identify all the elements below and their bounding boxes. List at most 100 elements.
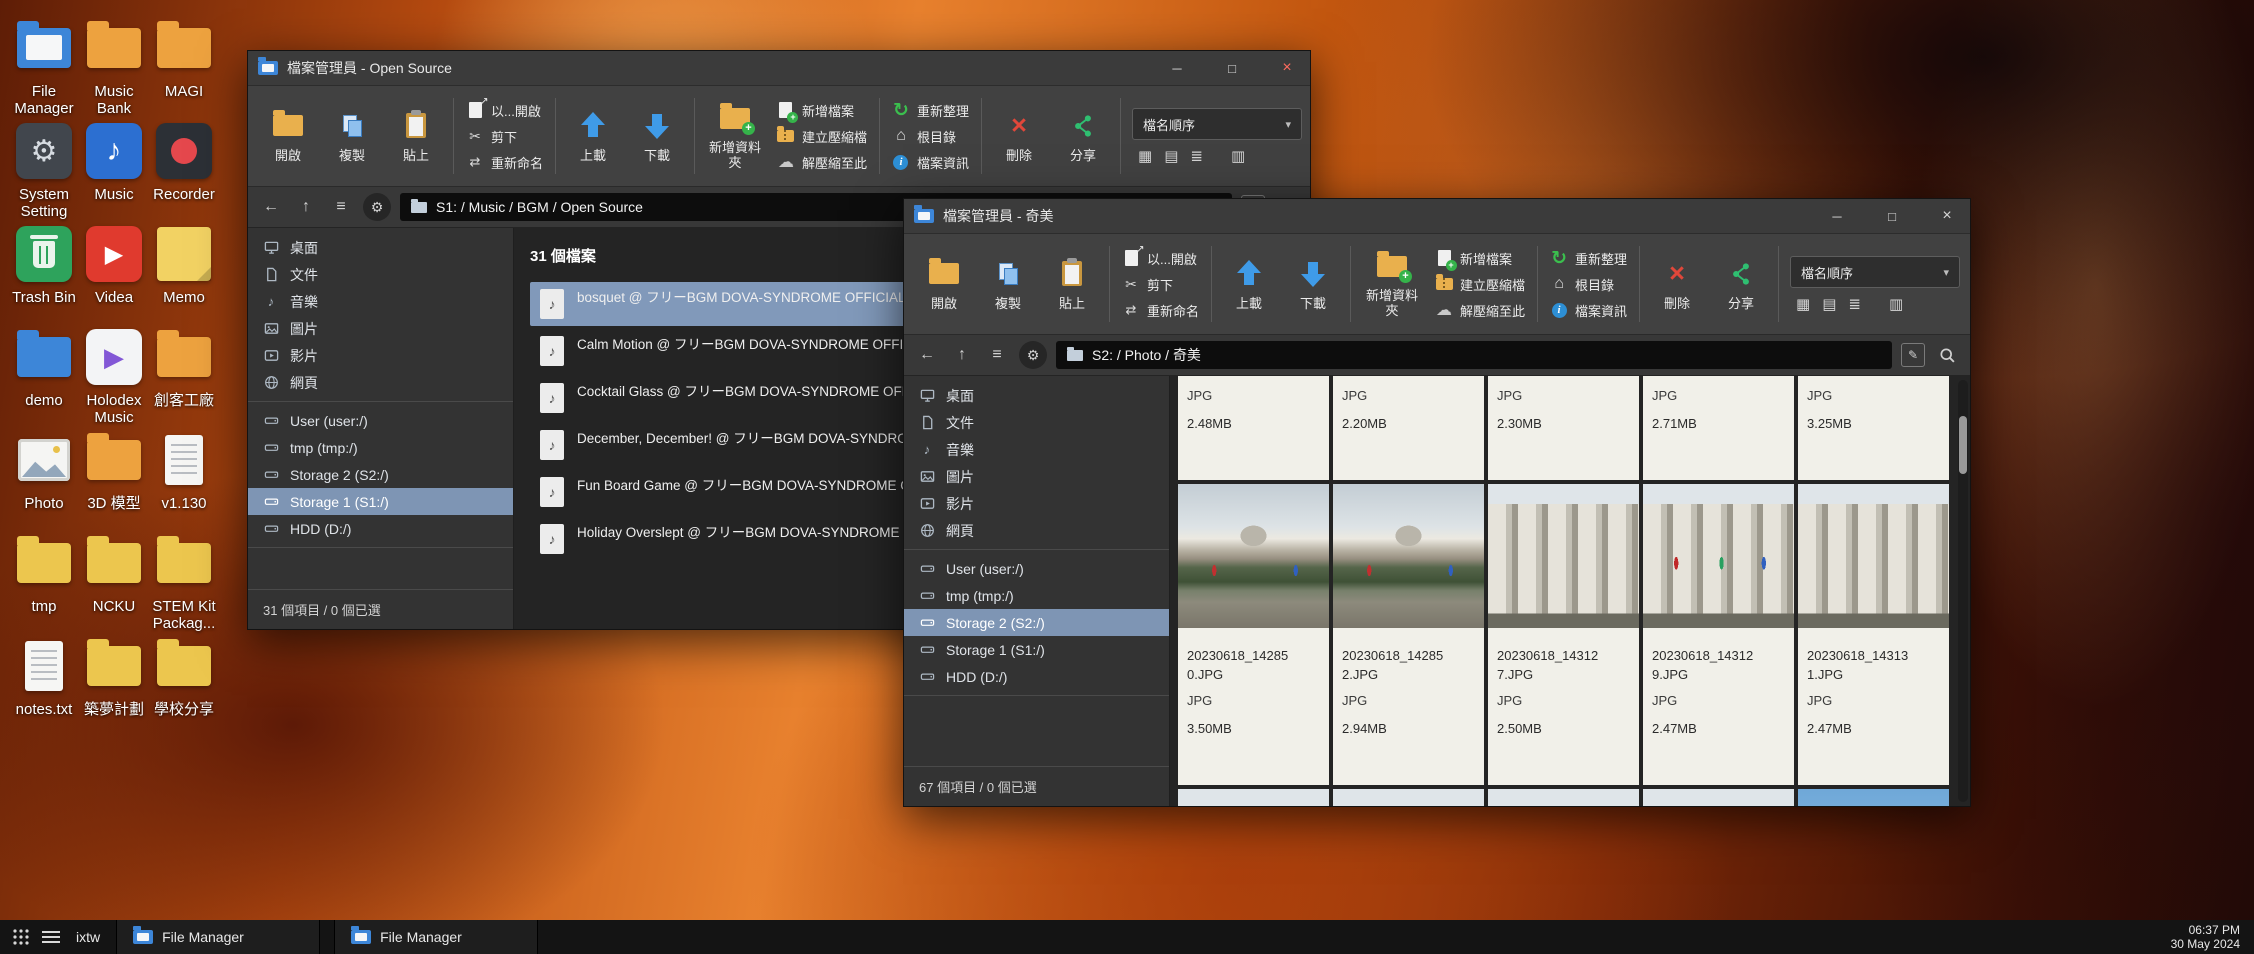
file-card[interactable]: 20230618_142852.JPG JPG 2.94MB [1333,484,1484,785]
sidebar-drive-user[interactable]: User (user:/) [248,407,513,434]
rename-button[interactable]: ⇄重新命名 [1117,300,1204,321]
view-detail-button[interactable]: ▥ [1889,297,1903,312]
create-archive-button[interactable]: 建立壓縮檔 [1430,274,1530,295]
cut-button[interactable]: ✂剪下 [461,126,548,147]
open-button[interactable]: 開啟 [912,258,976,311]
desktop-icon-3d-models[interactable]: 3D 模型 [76,428,152,512]
refresh-button[interactable]: ↻重新整理 [1545,248,1632,269]
file-card[interactable]: …JPG JPG 2.20MB [1333,376,1484,480]
desktop-icon-photo[interactable]: Photo [6,428,82,512]
sort-dropdown[interactable]: 檔名順序 ▾ [1132,108,1302,140]
maximize-button[interactable]: □ [1869,199,1915,233]
taskbar-task-file-manager[interactable]: File Manager [334,920,538,954]
share-button[interactable]: 分享 [1051,110,1115,163]
file-card[interactable]: …JPG JPG 2.71MB [1643,376,1794,480]
up-button[interactable]: ↑ [293,194,319,220]
desktop-icon-tmp[interactable]: tmp [6,531,82,615]
root-button[interactable]: ⌂根目錄 [1545,274,1632,295]
maximize-button[interactable]: □ [1209,51,1255,85]
extract-here-button[interactable]: ☁解壓縮至此 [1430,300,1530,321]
copy-button[interactable]: 複製 [320,110,384,163]
sidebar-item-web[interactable]: 網頁 [904,517,1169,544]
file-card[interactable]: …JPG JPG 2.30MB [1488,376,1639,480]
file-card[interactable]: 20230618_143127.JPG JPG 2.50MB [1488,484,1639,785]
view-grid-button[interactable]: ▦ [1796,297,1810,312]
desktop-icon-dream-project[interactable]: 築夢計劃 [76,634,152,718]
open-button[interactable]: 開啟 [256,110,320,163]
cut-button[interactable]: ✂剪下 [1117,274,1204,295]
close-button[interactable]: × [1264,51,1310,85]
view-grid-button[interactable]: ▦ [1138,149,1152,164]
view-detail-button[interactable]: ▥ [1231,149,1245,164]
minimize-button[interactable]: ─ [1814,199,1860,233]
title-bar[interactable]: 檔案管理員 - Open Source ─ □ × [248,51,1310,86]
sidebar-item-documents[interactable]: 文件 [248,261,513,288]
sidebar-drive-hdd[interactable]: HDD (D:/) [248,515,513,542]
file-card[interactable] [1488,789,1639,806]
paste-button[interactable]: 貼上 [384,110,448,163]
minimize-button[interactable]: ─ [1154,51,1200,85]
rename-button[interactable]: ⇄重新命名 [461,152,548,173]
desktop-icon-memo[interactable]: Memo [146,222,222,306]
share-button[interactable]: 分享 [1709,258,1773,311]
sidebar-drive-storage1-selected[interactable]: Storage 1 (S1:/) [248,488,513,515]
sidebar-drive-tmp[interactable]: tmp (tmp:/) [904,582,1169,609]
file-card[interactable]: …JPG JPG 3.25MB [1798,376,1949,480]
sidebar-drive-tmp[interactable]: tmp (tmp:/) [248,434,513,461]
back-button[interactable]: ← [258,194,284,220]
sidebar-drive-storage2-selected[interactable]: Storage 2 (S2:/) [904,609,1169,636]
taskbar-task-file-manager[interactable]: File Manager [116,920,320,954]
view-list-button[interactable]: ▤ [1822,297,1836,312]
copy-button[interactable]: 複製 [976,258,1040,311]
file-card[interactable]: 20230618_142850.JPG JPG 3.50MB [1178,484,1329,785]
desktop-icon-videa[interactable]: ▶ Videa [76,222,152,306]
desktop-icon-magi[interactable]: MAGI [146,16,222,100]
search-button[interactable] [1934,342,1960,368]
desktop-icon-stem-kit[interactable]: STEM Kit Packag... [146,531,222,632]
sidebar-item-documents[interactable]: 文件 [904,409,1169,436]
download-button[interactable]: 下載 [625,110,689,163]
sidebar-item-web[interactable]: 網頁 [248,369,513,396]
path-bar[interactable]: S2: / Photo / 奇美 [1056,341,1892,369]
new-folder-button[interactable]: 新增資料夾 [1356,250,1428,318]
download-button[interactable]: 下載 [1281,258,1345,311]
sidebar-item-pictures[interactable]: 圖片 [904,463,1169,490]
menu-button[interactable]: ≡ [328,194,354,220]
sidebar-item-pictures[interactable]: 圖片 [248,315,513,342]
desktop-icon-v1130[interactable]: v1.130 [146,428,222,512]
root-button[interactable]: ⌂根目錄 [887,126,974,147]
desktop-icon-maker-factory[interactable]: 創客工廠 [146,325,222,409]
file-card[interactable]: 20230618_143131.JPG JPG 2.47MB [1798,484,1949,785]
task-list-button[interactable] [38,924,64,950]
sidebar-drive-storage2[interactable]: Storage 2 (S2:/) [248,461,513,488]
desktop-icon-holodex-music[interactable]: ▶ Holodex Music [76,325,152,426]
desktop-icon-notes-txt[interactable]: notes.txt [6,634,82,718]
extract-here-button[interactable]: ☁解壓縮至此 [772,152,872,173]
sidebar-drive-hdd[interactable]: HDD (D:/) [904,663,1169,690]
desktop-icon-demo[interactable]: demo [6,325,82,409]
new-file-button[interactable]: 新增檔案 [1430,248,1530,269]
open-with-button[interactable]: 以...開啟 [1117,248,1204,269]
close-button[interactable]: × [1924,199,1970,233]
sidebar-item-videos[interactable]: 影片 [904,490,1169,517]
desktop-icon-recorder[interactable]: Recorder [146,119,222,203]
file-card[interactable] [1333,789,1484,806]
desktop-icon-system-setting[interactable]: ⚙ System Setting [6,119,82,220]
view-compact-button[interactable]: ≣ [1848,297,1861,312]
sidebar-item-desktop[interactable]: 桌面 [904,382,1169,409]
file-info-button[interactable]: 檔案資訊 [1545,300,1632,321]
back-button[interactable]: ← [914,342,940,368]
delete-button[interactable]: × 刪除 [1645,258,1709,311]
file-card[interactable] [1178,789,1329,806]
up-button[interactable]: ↑ [949,342,975,368]
edit-path-button[interactable]: ✎ [1901,343,1925,367]
settings-button[interactable]: ⚙ [363,193,391,221]
desktop-icon-music[interactable]: ♪ Music [76,119,152,203]
file-info-button[interactable]: 檔案資訊 [887,152,974,173]
view-list-button[interactable]: ▤ [1164,149,1178,164]
desktop-icon-school-share[interactable]: 學校分享 [146,634,222,718]
sidebar-drive-storage1[interactable]: Storage 1 (S1:/) [904,636,1169,663]
new-file-button[interactable]: 新增檔案 [772,100,872,121]
scrollbar[interactable] [1958,380,1968,802]
sidebar-item-desktop[interactable]: 桌面 [248,234,513,261]
